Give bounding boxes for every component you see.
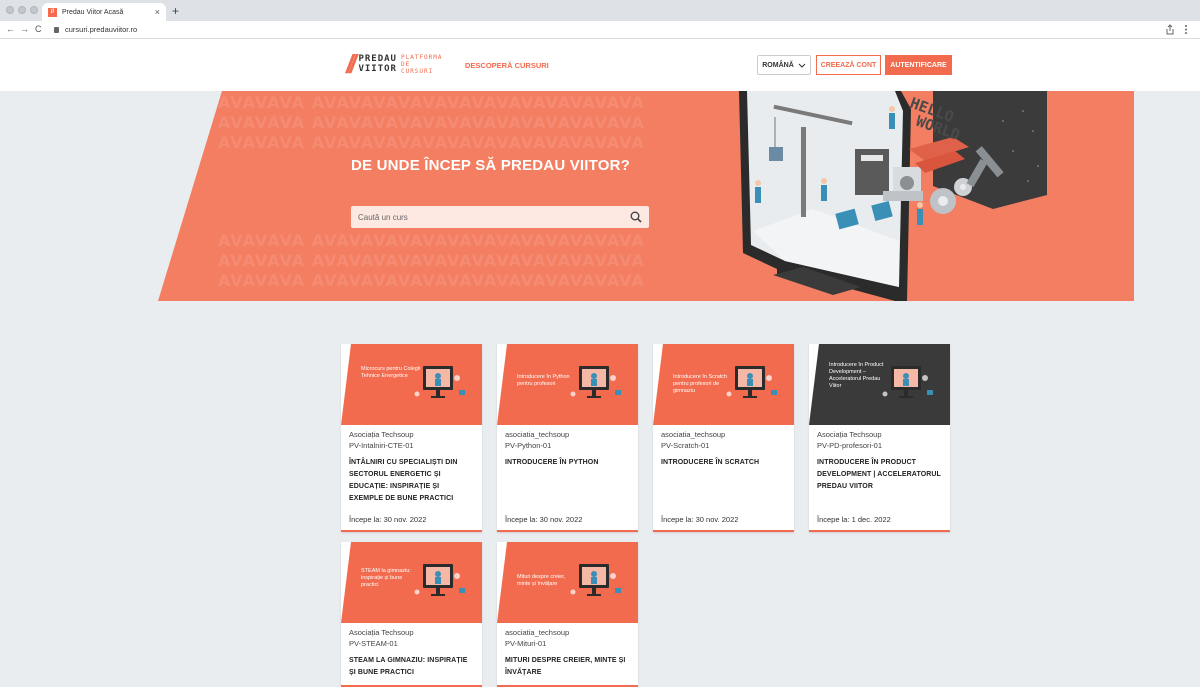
- course-card-body: Asociația Techsoup PV-STEAM-01 STEAM LA …: [341, 623, 482, 685]
- course-thumbnail-text: STEAM la gimnaziu: inspirație și bune pr…: [361, 568, 411, 588]
- course-card[interactable]: Introducere în Product Development – Acc…: [809, 344, 950, 532]
- course-thumbnail[interactable]: Mituri despre creier, minte și învățare: [497, 542, 638, 623]
- course-illustration: [341, 344, 482, 425]
- back-icon[interactable]: ←: [6, 24, 15, 34]
- hero-pattern: AVAVAVA AVAVAVAVAVAVAVAVAVAVAVAVAVA: [218, 113, 645, 132]
- hero-pattern: AVAVAVA AVAVAVAVAVAVAVAVAVAVAVAVAVA: [218, 133, 645, 152]
- window-minimize-dot[interactable]: [18, 6, 26, 14]
- course-org: Asociația Techsoup: [349, 628, 414, 637]
- course-thumbnail-text: Introducere în Product Development – Acc…: [829, 362, 884, 389]
- course-card-body: Asociația Techsoup PV-PD-profesori-01 IN…: [809, 425, 950, 530]
- course-start-date: Începe la: 1 dec. 2022: [817, 515, 891, 524]
- course-thumbnail[interactable]: Introducere în Product Development – Acc…: [809, 344, 950, 425]
- course-title[interactable]: MITURI DESPRE CREIER, MINTE ȘI ÎNVĂȚARE: [505, 655, 630, 679]
- course-card-body: asociatia_techsoup PV-Scratch-01 INTRODU…: [653, 425, 794, 530]
- course-code: PV-Mituri-01: [505, 639, 547, 648]
- course-start-date: Începe la: 30 nov. 2022: [661, 515, 739, 524]
- browser-tab-bar: // Predau Viitor Acasă × +: [0, 0, 1200, 21]
- more-vert-icon[interactable]: [1184, 24, 1188, 35]
- site-header: // PREDAU VIITOR PLATFORMA DE CURSURI DE…: [0, 39, 1200, 91]
- nav-discover-courses[interactable]: DESCOPERĂ CURSURI: [465, 61, 549, 70]
- course-thumbnail[interactable]: Introducere în Python pentru profesori: [497, 344, 638, 425]
- new-tab-button[interactable]: +: [172, 4, 179, 18]
- course-org: asociatia_techsoup: [505, 628, 570, 637]
- hero-illustration: HELLO WORLD: [739, 91, 1047, 301]
- logo-wordmark: PREDAU VIITOR: [358, 54, 397, 74]
- course-card[interactable]: Mituri despre creier, minte și învățare …: [497, 542, 638, 687]
- course-card[interactable]: Introducere în Scratch pentru profesori …: [653, 344, 794, 532]
- course-thumbnail-text: Introducere în Python pentru profesori: [517, 374, 570, 387]
- lock-icon: [54, 26, 59, 33]
- course-start-date: Începe la: 30 nov. 2022: [505, 515, 583, 524]
- course-start-date: Începe la: 30 nov. 2022: [349, 515, 427, 524]
- course-thumbnail-text: Introducere în Scratch pentru profesori …: [673, 374, 728, 394]
- course-code: PV-PD-profesori-01: [817, 441, 883, 450]
- course-code: PV-STEAM-01: [349, 639, 398, 648]
- hero-banner: AVAVAVA AVAVAVAVAVAVAVAVAVAVAVAVAVA AVAV…: [158, 91, 1134, 301]
- course-code: PV-Scratch-01: [661, 441, 710, 450]
- window-zoom-dot[interactable]: [30, 6, 38, 14]
- logo-tag1: PLATFORMA: [400, 53, 443, 61]
- logo-tagline: PLATFORMA DE CURSURI: [401, 54, 443, 75]
- logo-line1: PREDAU: [358, 54, 397, 64]
- tab-close-icon[interactable]: ×: [155, 7, 160, 17]
- chevron-down-icon: [798, 63, 806, 68]
- course-org: asociatia_techsoup: [661, 430, 726, 439]
- logo-line2: VIITOR: [358, 64, 397, 74]
- language-label: ROMÂNĂ: [762, 61, 794, 69]
- course-search[interactable]: [351, 206, 649, 228]
- hero-pattern: AVAVAVA AVAVAVAVAVAVAVAVAVAVAVAVAVA: [218, 93, 645, 112]
- course-card-body: asociatia_techsoup PV-Python-01 INTRODUC…: [497, 425, 638, 530]
- course-org: Asociația Techsoup: [817, 430, 882, 439]
- course-thumbnail[interactable]: STEAM la gimnaziu: inspirație și bune pr…: [341, 542, 482, 623]
- url-text: cursuri.predauviitor.ro: [65, 25, 138, 34]
- logo-tag3: CURSURI: [400, 67, 434, 75]
- logo-tag2: DE: [400, 60, 411, 68]
- login-button[interactable]: AUTENTIFICARE: [885, 55, 952, 75]
- course-title[interactable]: INTRODUCERE ÎN PYTHON: [505, 457, 630, 506]
- address-bar: ← → C cursuri.predauviitor.ro: [0, 21, 1200, 39]
- create-account-button[interactable]: CREEAZĂ CONT: [816, 55, 881, 75]
- course-card[interactable]: Microcurs pentru Colegii Tehnice Energet…: [341, 344, 482, 532]
- site-logo[interactable]: // PREDAU VIITOR PLATFORMA DE CURSURI: [346, 49, 442, 79]
- hero-diagonal: [158, 91, 222, 301]
- hero-pattern: AVAVAVA AVAVAVAVAVAVAVAVAVAVAVAVAVA: [218, 231, 645, 250]
- course-thumbnail[interactable]: Microcurs pentru Colegii Tehnice Energet…: [341, 344, 482, 425]
- course-thumbnail-text: Mituri despre creier, minte și învățare: [517, 574, 566, 587]
- course-title[interactable]: ÎNTÂLNIRI CU SPECIALIȘTI DIN SECTORUL EN…: [349, 457, 474, 506]
- language-select[interactable]: ROMÂNĂ: [757, 55, 811, 75]
- course-code: PV-Intalniri-CTE-01: [349, 441, 414, 450]
- browser-tab[interactable]: // Predau Viitor Acasă ×: [42, 3, 166, 21]
- search-input[interactable]: [358, 212, 630, 222]
- favicon-icon: //: [48, 7, 57, 17]
- hero-pattern: AVAVAVA AVAVAVAVAVAVAVAVAVAVAVAVAVA: [218, 271, 645, 290]
- course-card[interactable]: STEAM la gimnaziu: inspirație și bune pr…: [341, 542, 482, 687]
- url-field[interactable]: cursuri.predauviitor.ro: [54, 25, 137, 34]
- course-code: PV-Python-01: [505, 441, 552, 450]
- course-thumbnail[interactable]: Introducere în Scratch pentru profesori …: [653, 344, 794, 425]
- course-thumbnail-text: Microcurs pentru Colegii Tehnice Energet…: [361, 366, 421, 379]
- hero-pattern: AVAVAVA AVAVAVAVAVAVAVAVAVAVAVAVAVA: [218, 251, 645, 270]
- course-title[interactable]: STEAM LA GIMNAZIU: INSPIRAȚIE ȘI BUNE PR…: [349, 655, 474, 679]
- logo-slashes: //: [346, 48, 357, 79]
- course-title[interactable]: INTRODUCERE ÎN SCRATCH: [661, 457, 786, 506]
- course-title[interactable]: INTRODUCERE ÎN PRODUCT DEVELOPMENT | ACC…: [817, 457, 942, 506]
- course-org: Asociația Techsoup: [349, 430, 414, 439]
- course-card[interactable]: Introducere în Python pentru profesori a…: [497, 344, 638, 532]
- share-icon[interactable]: [1165, 24, 1175, 35]
- window-close-dot[interactable]: [6, 6, 14, 14]
- reload-icon[interactable]: C: [35, 24, 42, 34]
- search-icon[interactable]: [630, 211, 642, 223]
- forward-icon[interactable]: →: [20, 24, 29, 34]
- course-card-body: asociatia_techsoup PV-Mituri-01 MITURI D…: [497, 623, 638, 685]
- tab-title: Predau Viitor Acasă: [62, 8, 124, 16]
- course-card-body: Asociația Techsoup PV-Intalniri-CTE-01 Î…: [341, 425, 482, 530]
- hero-title: DE UNDE ÎNCEP SĂ PREDAU VIITOR?: [351, 157, 631, 174]
- course-org: asociatia_techsoup: [505, 430, 570, 439]
